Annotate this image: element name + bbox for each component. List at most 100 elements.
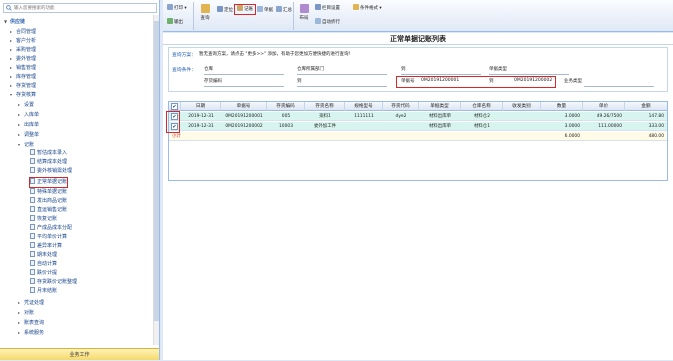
- inventory-code-to-field[interactable]: [297, 86, 387, 87]
- col-header-qty[interactable]: 数量: [541, 102, 583, 111]
- doc-no-to-field[interactable]: 0M20191200002: [514, 78, 552, 83]
- tree-item-leaf[interactable]: 期末处理: [30, 251, 57, 260]
- page-title: 正常单据记账列表: [163, 33, 673, 45]
- document-icon: [30, 215, 35, 221]
- tree-item-leaf[interactable]: 平均单价计算: [30, 233, 67, 242]
- grid-header: ✔ 日期 单据号 存货编码 存货名称 规格型号 存货代码 单据类型 仓库名称 收…: [169, 102, 667, 111]
- tree-item-leaf[interactable]: 直运销售记账: [30, 206, 67, 215]
- query-button[interactable]: 查询: [198, 3, 212, 23]
- tree-item-reports[interactable]: ▸ 账表查询: [18, 318, 44, 327]
- doc-no-from-field[interactable]: 0M20191200001: [421, 78, 459, 83]
- tree-item-leaf[interactable]: 自动计算: [30, 260, 57, 269]
- col-header-warehouse[interactable]: 仓库名称: [461, 102, 503, 111]
- warehouse-label: 仓库: [204, 67, 213, 72]
- col-header-amount[interactable]: 金额: [625, 102, 667, 111]
- voucher-button[interactable]: 单据: [257, 6, 273, 15]
- tree-item-settings[interactable]: ▸ 设置: [18, 100, 34, 109]
- tree-item-posting[interactable]: ▾ 记账: [18, 140, 34, 149]
- auto-fold-button[interactable]: 自动折行: [315, 18, 340, 27]
- print-button[interactable]: 打印 ▾: [167, 4, 187, 13]
- cell-amount: 333.00: [648, 124, 664, 129]
- col-header-doc-no[interactable]: 单据号: [221, 102, 267, 111]
- sidebar-footer-tab[interactable]: 业务工作: [0, 348, 159, 360]
- tree-item-normal-posting[interactable]: 正常单据记账: [28, 177, 69, 188]
- output-button[interactable]: 输出: [167, 18, 183, 27]
- toolbar-separator: [293, 2, 294, 30]
- locate-button[interactable]: 定位: [217, 6, 233, 15]
- search-box[interactable]: [3, 3, 157, 13]
- sidebar-scrollbar[interactable]: [153, 15, 159, 345]
- summary-button[interactable]: 汇总: [276, 6, 292, 15]
- col-header-price[interactable]: 单价: [583, 102, 625, 111]
- table-row[interactable]: ✔ 2019-12-31 0M20191200001 005 染料1 11111…: [169, 112, 667, 121]
- tree-item-adjust[interactable]: ▸ 调整单: [18, 130, 39, 139]
- wrap-icon: [315, 18, 321, 24]
- cell-rs-type: [503, 112, 541, 121]
- cell-price: 111.00000: [598, 124, 622, 129]
- tree-item-sales[interactable]: ▸ 销售管理: [10, 63, 36, 72]
- cell-doc-no: 0M20191200002: [225, 124, 263, 129]
- tree-item-leaf[interactable]: 产成品成本分配: [30, 224, 72, 233]
- col-header-inv-name[interactable]: 存货名称: [305, 102, 345, 111]
- cell-date: 2019-12-31: [188, 114, 214, 119]
- tree-item-contract[interactable]: ▸ 合同管理: [10, 27, 36, 36]
- format-icon: [353, 4, 359, 10]
- biz-type-field[interactable]: [584, 86, 654, 87]
- column-settings-button[interactable]: 栏目设置: [315, 4, 340, 13]
- tree-item-customer[interactable]: ▸ 客户分析: [10, 36, 36, 45]
- col-header-spec[interactable]: 规格型号: [345, 102, 383, 111]
- document-icon: [30, 167, 35, 173]
- warehouse-dept-to-field[interactable]: [401, 74, 481, 75]
- tree-item-voucher[interactable]: ▸ 凭证处理: [18, 298, 44, 307]
- tree-item-leaf[interactable]: 存货跌价记账整理: [30, 278, 77, 287]
- tree-item-reconcile[interactable]: ▸ 对账: [18, 308, 34, 317]
- post-button[interactable]: 记账: [234, 4, 256, 15]
- locate-icon: [217, 6, 223, 12]
- tree-item-inventory-cost[interactable]: ▾ 存货核算: [10, 90, 36, 99]
- table-row[interactable]: ✔ 2019-12-31 0M20191200002 10003 委外加工件 材…: [169, 122, 667, 131]
- col-header-inv-code[interactable]: 存货编码: [267, 102, 305, 111]
- warehouse-field[interactable]: [204, 74, 284, 75]
- tree-item-leaf[interactable]: 暂估成本录入: [30, 149, 67, 158]
- header-select-all[interactable]: ✔: [169, 102, 181, 111]
- tree-item-outbound[interactable]: ▸ 出库单: [18, 120, 39, 129]
- tree-item-service[interactable]: ▸ 系统服务: [18, 328, 44, 337]
- tree-item-leaf[interactable]: 跌价计提: [30, 269, 57, 278]
- inventory-code-field[interactable]: [204, 86, 284, 87]
- biz-type-label: 业务类型: [564, 79, 582, 84]
- tree-item-leaf[interactable]: 委外核销需处理: [30, 167, 72, 176]
- layout-button[interactable]: 布局: [297, 3, 311, 23]
- tree-item-leaf[interactable]: 发出商品记账: [30, 197, 67, 206]
- tree-item-leaf[interactable]: 恢复记账: [30, 215, 57, 224]
- col-header-date[interactable]: 日期: [181, 102, 221, 111]
- tree-root[interactable]: ▼ 供应链: [4, 17, 25, 26]
- document-icon: [30, 287, 35, 293]
- tree-item-outsource[interactable]: ▸ 委外管理: [10, 54, 36, 63]
- col-header-rs-type[interactable]: 收发类别: [503, 102, 541, 111]
- columns-icon: [315, 4, 321, 10]
- tree-item-leaf[interactable]: 特殊单据记账: [30, 188, 67, 197]
- tree-item-stock[interactable]: ▸ 库存管理: [10, 72, 36, 81]
- tree-item-leaf[interactable]: 结算成本处理: [30, 158, 67, 167]
- tree-item-leaf[interactable]: 月末结账: [30, 287, 57, 296]
- col-header-inv-alias[interactable]: 存货代码: [383, 102, 419, 111]
- inventory-code-label: 存货编码: [204, 79, 222, 84]
- to-label: 到: [489, 79, 494, 84]
- doc-type-field[interactable]: [489, 74, 569, 75]
- tree-item-leaf[interactable]: 差异率计算: [30, 242, 62, 251]
- checkbox[interactable]: ✔: [171, 103, 178, 110]
- tree-item-inbound[interactable]: ▸ 入库单: [18, 110, 39, 119]
- condition-label: 查询条件：: [172, 68, 196, 73]
- scrollbar-thumb[interactable]: [154, 21, 159, 321]
- search-icon: [6, 5, 12, 11]
- post-icon: [237, 5, 243, 11]
- tree-item-inventory[interactable]: ▸ 存货管理: [10, 81, 36, 90]
- to-label: 到: [401, 67, 406, 72]
- col-header-doc-type[interactable]: 单据类型: [419, 102, 461, 111]
- cell-rs-type: [503, 122, 541, 131]
- total-amount: 480.00: [648, 134, 664, 139]
- warehouse-dept-field[interactable]: [297, 74, 387, 75]
- condition-format-button[interactable]: 条件格式 ▾: [353, 4, 382, 13]
- search-input[interactable]: [14, 4, 154, 12]
- tree-item-purchase[interactable]: ▸ 采购管理: [10, 45, 36, 54]
